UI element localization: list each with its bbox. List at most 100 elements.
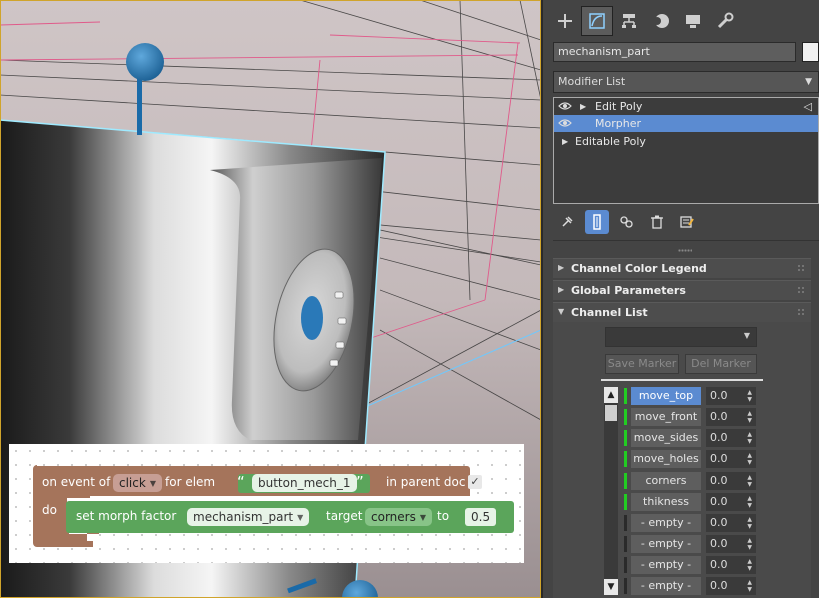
save-marker-button[interactable]: Save Marker	[605, 354, 679, 374]
channel-row[interactable]: corners 0.0 ▲ ▼	[624, 472, 759, 490]
channel-name-button[interactable]: move_front	[631, 408, 701, 426]
scroll-up-icon[interactable]: ▲	[604, 387, 618, 403]
grip-icon[interactable]	[797, 308, 805, 316]
channel-value-spinner[interactable]: 0.0 ▲ ▼	[706, 535, 756, 553]
channel-value-spinner[interactable]: 0.0 ▲ ▼	[706, 577, 756, 595]
scroll-thumb[interactable]	[605, 405, 617, 421]
channel-status-bar	[624, 430, 627, 446]
knob-stem	[137, 75, 142, 135]
target-label: target	[326, 509, 363, 523]
object-name-field[interactable]: mechanism_part	[553, 42, 796, 62]
show-end-result-icon[interactable]	[585, 210, 609, 234]
create-tab-icon[interactable]	[549, 6, 581, 36]
display-tab-icon[interactable]	[677, 6, 709, 36]
pin-stack-icon[interactable]	[555, 210, 579, 234]
channel-status-bar	[624, 557, 627, 573]
hierarchy-tab-icon[interactable]	[613, 6, 645, 36]
channel-row[interactable]: move_front 0.0 ▲ ▼	[624, 408, 759, 426]
stack-item-editable-poly[interactable]: ▶ Editable Poly	[554, 133, 818, 150]
motion-tab-icon[interactable]	[645, 6, 677, 36]
channel-value-spinner[interactable]: 0.0 ▲ ▼	[706, 472, 756, 490]
configure-sets-icon[interactable]	[675, 210, 699, 234]
stack-toolbar	[555, 210, 705, 234]
channel-name-button[interactable]: - empty -	[631, 556, 701, 574]
object-dropdown[interactable]: mechanism_part ▼	[187, 508, 310, 526]
make-unique-icon[interactable]	[615, 210, 639, 234]
channel-name-button[interactable]: move_sides	[631, 429, 701, 447]
channel-value-spinner[interactable]: 0.0 ▲ ▼	[706, 429, 756, 447]
object-color-swatch[interactable]	[802, 42, 819, 62]
rollout-title: Channel Color Legend	[571, 262, 707, 275]
channel-row[interactable]: - empty - 0.0 ▲ ▼	[624, 556, 759, 574]
channel-status-bar	[624, 494, 627, 510]
channel-row[interactable]: - empty - 0.0 ▲ ▼	[624, 514, 759, 532]
rollout-global-parameters[interactable]: ▶ Global Parameters	[553, 280, 811, 300]
in-parent-doc-checkbox[interactable]: ✓	[468, 475, 482, 489]
collapsed-arrow-icon: ▶	[558, 285, 565, 294]
channel-name-button[interactable]: corners	[631, 472, 701, 490]
disc-center	[301, 296, 323, 340]
modify-tab-icon[interactable]	[581, 6, 613, 36]
channel-value-spinner[interactable]: 0.0 ▲ ▼	[706, 387, 756, 405]
blockly-workspace[interactable]: on event of click ▼ for elem “ button_mec…	[9, 444, 524, 563]
grip-icon[interactable]	[797, 286, 805, 294]
quote-close-icon: ”	[356, 473, 364, 491]
channel-value-spinner[interactable]: 0.0 ▲ ▼	[706, 408, 756, 426]
chevron-down-icon: ▼	[743, 331, 750, 340]
modifier-stack[interactable]: ▶ Edit Poly ◁ Morpher ▶ Editable Poly	[553, 97, 819, 204]
collapsed-arrow-icon: ▶	[558, 263, 565, 272]
channel-status-bar	[624, 388, 627, 404]
channel-status-bar	[624, 451, 627, 467]
channel-name-button[interactable]: - empty -	[631, 577, 701, 595]
channel-row[interactable]: move_holes 0.0 ▲ ▼	[624, 450, 759, 468]
channel-value-spinner[interactable]: 0.0 ▲ ▼	[706, 514, 756, 532]
modifier-list-dropdown[interactable]: Modifier List ▼	[553, 71, 819, 93]
elem-text-field[interactable]: button_mech_1	[252, 474, 357, 492]
do-label: do	[42, 503, 57, 517]
channel-value-spinner[interactable]: 0.0 ▲ ▼	[706, 493, 756, 511]
grip-icon[interactable]	[797, 264, 805, 272]
viewport[interactable]: on event of click ▼ for elem “ button_mec…	[0, 0, 541, 598]
on-event-of-label: on event of	[42, 475, 111, 489]
remove-modifier-icon[interactable]	[645, 210, 669, 234]
del-marker-button[interactable]: Del Marker	[685, 354, 757, 374]
knob-ball	[126, 43, 164, 81]
utilities-tab-icon[interactable]	[709, 6, 741, 36]
channel-name-button[interactable]: - empty -	[631, 514, 701, 532]
quote-open-icon: “	[237, 473, 245, 491]
channel-row[interactable]: - empty - 0.0 ▲ ▼	[624, 535, 759, 553]
pin-indicator-icon: ◁	[803, 100, 812, 113]
expanded-arrow-icon: ▼	[558, 307, 565, 316]
marker-combo[interactable]: ▼	[605, 327, 757, 347]
channel-name-button[interactable]: move_holes	[631, 450, 701, 468]
channel-divider	[601, 379, 763, 381]
channel-status-bar	[624, 578, 627, 594]
panel-tabs	[549, 6, 741, 38]
stack-item-morpher[interactable]: Morpher	[554, 115, 818, 132]
stack-item-edit-poly[interactable]: ▶ Edit Poly ◁	[554, 98, 818, 115]
expand-icon[interactable]: ▶	[580, 98, 586, 115]
channel-row[interactable]: - empty - 0.0 ▲ ▼	[624, 577, 759, 595]
channel-name-button[interactable]: - empty -	[631, 535, 701, 553]
rollout-channel-color-legend[interactable]: ▶ Channel Color Legend	[553, 258, 811, 278]
for-elem-label: for elem	[165, 475, 216, 489]
target-dropdown[interactable]: corners ▼	[365, 508, 432, 526]
channel-row[interactable]: move_sides 0.0 ▲ ▼	[624, 429, 759, 447]
stack-item-label: Morpher	[595, 117, 641, 130]
channel-status-bar	[624, 409, 627, 425]
channel-scrollbar[interactable]: ▲ ▼	[604, 387, 618, 595]
channel-row[interactable]: thikness 0.0 ▲ ▼	[624, 493, 759, 511]
channel-name-button[interactable]: move_top	[631, 387, 701, 405]
rollout-channel-list[interactable]: ▼ Channel List	[553, 302, 811, 322]
channel-status-bar	[624, 473, 627, 489]
resize-grip-icon[interactable]	[678, 249, 692, 252]
factor-number-field[interactable]: 0.5	[465, 508, 497, 526]
channel-name-button[interactable]: thikness	[631, 493, 701, 511]
event-dropdown[interactable]: click ▼	[113, 474, 162, 492]
channel-value-spinner[interactable]: 0.0 ▲ ▼	[706, 450, 756, 468]
channel-row[interactable]: move_top 0.0 ▲ ▼	[624, 387, 759, 405]
scroll-down-icon[interactable]: ▼	[604, 579, 618, 595]
expand-icon[interactable]: ▶	[562, 133, 568, 150]
channel-value-spinner[interactable]: 0.0 ▲ ▼	[706, 556, 756, 574]
chevron-down-icon: ▼	[805, 77, 812, 87]
